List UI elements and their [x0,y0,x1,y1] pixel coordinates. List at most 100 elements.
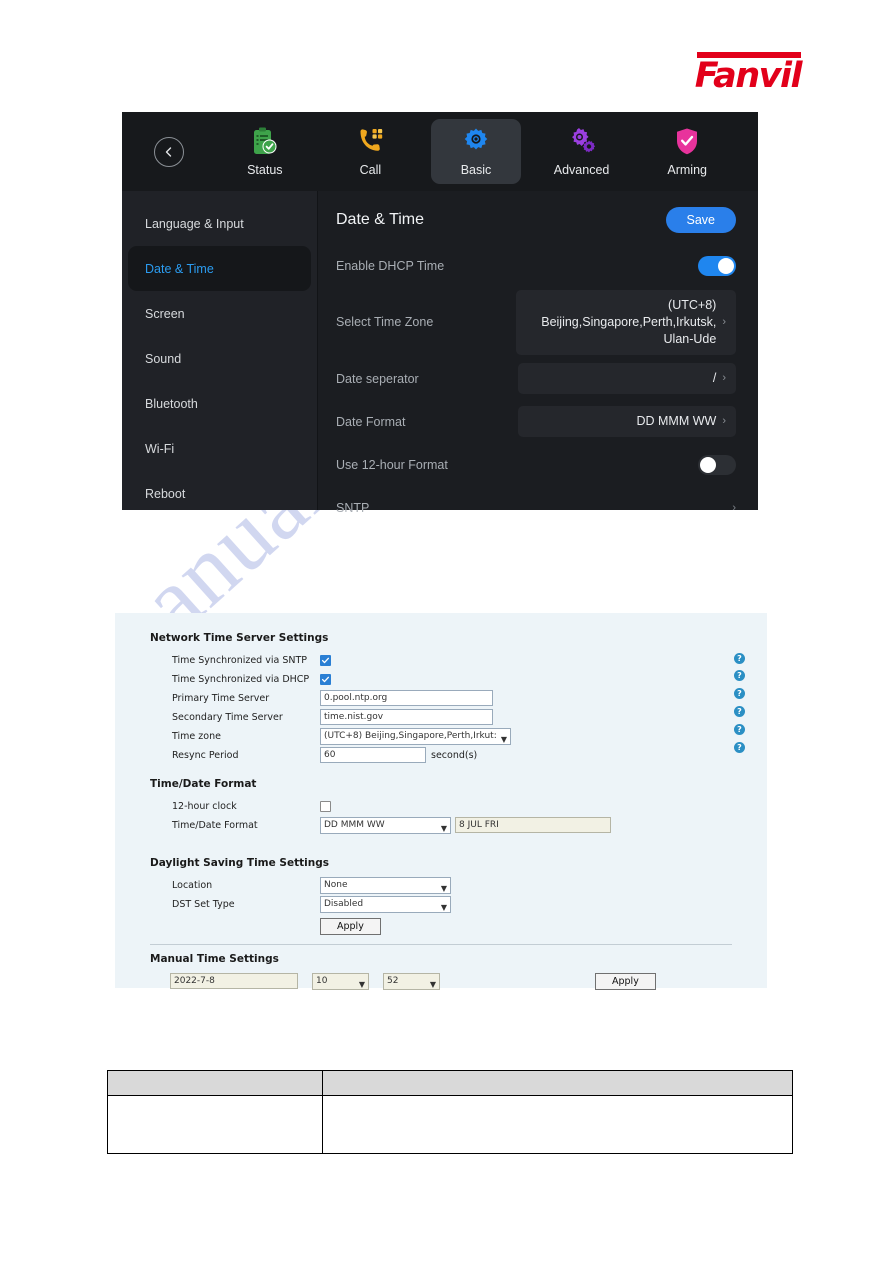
label-sntp: SNTP [336,500,370,515]
help-icon[interactable]: ? [734,742,745,753]
select-location[interactable]: None ▼ [320,876,451,894]
select-time-date-format[interactable]: DD MMM WW ▼ [320,816,451,834]
nav-item-advanced[interactable]: Advanced [537,119,627,184]
nav-item-basic[interactable]: Basic [430,119,521,184]
device-sidebar: Language & Input Date & Time Screen Soun… [122,191,318,510]
apply-button-manual[interactable]: Apply [595,972,656,990]
label-select-time-zone: Select Time Zone [336,315,434,330]
select-dst-set-type[interactable]: Disabled ▼ [320,895,451,913]
chevron-down-icon: ▼ [440,883,447,893]
sidebar-label: Bluetooth [145,396,198,411]
select-time-date-format-value: DD MMM WW [324,819,385,830]
unit-seconds: second(s) [431,749,478,761]
value-date-format[interactable]: DD MMM WW › [518,406,736,438]
help-icon[interactable]: ? [734,724,745,735]
gear-icon [462,125,490,157]
select-time-zone-value: (UTC+8) Beijing,Singapore,Perth,Irkut: [324,730,497,741]
nav-item-list: Status Call Basic Advanced Arming [212,119,758,184]
content-header: Date & Time Save [336,207,736,233]
logo-wordmark: Fanvil [694,56,803,96]
label-enable-dhcp-time: Enable DHCP Time [336,259,445,273]
select-dst-set-type-value: Disabled [324,898,364,909]
value-select-time-zone[interactable]: (UTC+8) Beijing,Singapore,Perth,Irkutsk,… [516,290,736,355]
row-time-zone: Time zone (UTC+8) Beijing,Singapore,Pert… [172,724,767,745]
section-divider [150,944,732,945]
row-date-format: Date Format DD MMM WW › [336,403,736,441]
chevron-down-icon: ▼ [429,979,436,989]
checkbox-sntp-sync[interactable] [320,654,331,666]
toggle-knob [700,456,716,473]
help-icon[interactable]: ? [734,688,745,699]
table-header-row [107,1070,793,1096]
help-icon[interactable]: ? [734,653,745,664]
sidebar-item-screen[interactable]: Screen [128,291,311,336]
select-manual-minute-value: 52 [387,975,399,986]
section-network-time-server: Network Time Server Settings [150,632,329,644]
select-manual-minute[interactable]: 52 ▼ [383,972,440,990]
input-resync-period[interactable] [320,747,426,763]
table-header-cell-1 [107,1070,323,1096]
device-top-nav: Status Call Basic Advanced Arming [122,112,758,191]
double-gear-icon [568,125,596,157]
row-sntp[interactable]: SNTP › [336,489,736,527]
chevron-right-icon: › [722,372,726,385]
sidebar-item-language-input[interactable]: Language & Input [128,201,311,246]
device-body: Language & Input Date & Time Screen Soun… [122,191,758,515]
sidebar-item-bluetooth[interactable]: Bluetooth [128,381,311,426]
device-screenshot: Status Call Basic Advanced Arming Langua… [122,112,758,515]
phone-dialpad-icon [357,125,384,157]
sidebar-label: Reboot [145,486,186,501]
sidebar-label: Sound [145,351,182,366]
row-location: Location None ▼ [172,876,767,894]
select-manual-hour[interactable]: 10 ▼ [312,972,369,990]
sidebar-item-wifi[interactable]: Wi-Fi [128,426,311,471]
row-time-date-format: Time/Date Format DD MMM WW ▼ [172,816,767,834]
sidebar-label: Date & Time [145,261,214,276]
check-icon [321,657,330,663]
help-icon[interactable]: ? [734,706,745,717]
label-time-zone: Time zone [172,730,221,742]
row-date-separator: Date seperator / › [336,360,736,398]
checkbox-12-hour-clock[interactable] [320,800,331,812]
nav-label-basic: Basic [460,163,492,177]
sidebar-item-reboot[interactable]: Reboot [128,471,311,516]
chevron-down-icon: ▼ [358,979,365,989]
shield-check-icon [674,125,700,157]
section-time-date-format: Time/Date Format [150,778,257,790]
row-dst-set-type: DST Set Type Disabled ▼ [172,895,767,913]
label-dst-set-type: DST Set Type [172,898,235,910]
checkbox-dhcp-sync[interactable] [320,673,331,685]
chevron-right-icon: › [722,415,726,428]
input-primary-time-server[interactable] [320,690,493,706]
dateformat-value: DD MMM WW [636,414,717,429]
sidebar-item-sound[interactable]: Sound [128,336,311,381]
input-time-date-preview [455,817,611,833]
label-secondary-time-server: Secondary Time Server [172,711,283,723]
label-sntp-sync: Time Synchronized via SNTP [172,654,308,666]
value-date-separator[interactable]: / › [518,363,736,395]
label-time-date-format: Time/Date Format [172,819,258,831]
toggle-use-12-hour-format[interactable] [698,454,736,475]
apply-button-dst[interactable]: Apply [320,917,381,935]
separator-value: / [712,371,717,386]
back-button[interactable] [154,136,184,167]
chevron-down-icon: ▼ [440,902,447,912]
help-icon[interactable]: ? [734,670,745,681]
select-time-zone[interactable]: (UTC+8) Beijing,Singapore,Perth,Irkut: ▼ [320,727,511,745]
label-use-12-hour-format: Use 12-hour Format [336,457,448,472]
label-12-hour-clock: 12-hour clock [172,800,237,812]
label-dhcp-sync: Time Synchronized via DHCP [172,673,310,685]
row-sntp-sync: Time Synchronized via SNTP ? [172,651,767,669]
nav-item-call[interactable]: Call [325,119,415,184]
row-enable-dhcp-time: Enable DHCP Time [336,247,736,285]
input-manual-date[interactable] [170,973,298,989]
section-manual-time: Manual Time Settings [150,953,279,965]
save-button[interactable]: Save [665,207,736,233]
input-secondary-time-server[interactable] [320,709,493,725]
sidebar-label: Wi-Fi [145,441,175,456]
toggle-enable-dhcp-time[interactable] [698,256,736,276]
nav-item-status[interactable]: Status [220,119,310,184]
nav-item-arming[interactable]: Arming [642,119,732,184]
sidebar-item-date-time[interactable]: Date & Time [128,246,311,291]
web-config-panel: Network Time Server Settings Time Synchr… [115,613,767,990]
